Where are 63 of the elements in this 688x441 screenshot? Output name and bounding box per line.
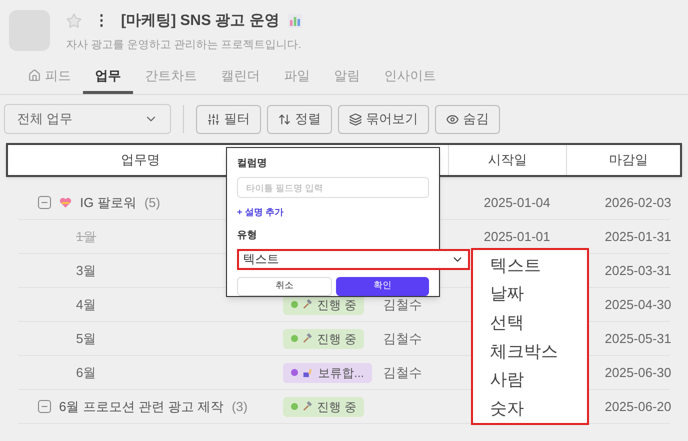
- status-label: 진행 중: [317, 330, 356, 348]
- type-option[interactable]: 사람: [490, 366, 587, 394]
- due-date: 2025-05-31: [604, 330, 672, 346]
- task-name: 6월: [76, 364, 96, 380]
- type-option[interactable]: 체크박스: [490, 337, 587, 366]
- column-header[interactable]: 마감일: [566, 145, 688, 175]
- sliders-icon: [207, 112, 220, 126]
- cancel-button[interactable]: 취소: [237, 276, 332, 296]
- tab[interactable]: 업무: [83, 60, 133, 94]
- toolbar-button[interactable]: 정렬: [267, 104, 332, 134]
- type-select[interactable]: 텍스트: [237, 248, 470, 270]
- type-option[interactable]: 선택: [490, 308, 587, 338]
- status-label: 보류합...: [318, 364, 364, 382]
- group-name: 6월 프로모션 관련 광고 제작: [59, 398, 224, 416]
- project-title: [마케팅] SNS 광고 운영: [121, 11, 280, 31]
- field-label: 유형: [237, 228, 258, 242]
- star-icon[interactable]: [66, 13, 82, 30]
- status-label: 진행 중: [317, 398, 356, 416]
- hand-icon: [302, 367, 314, 378]
- toolbar-button[interactable]: 묶어보기: [338, 104, 429, 134]
- view-select[interactable]: 전체 업무: [4, 104, 171, 134]
- hammer-icon: [302, 333, 313, 344]
- type-option[interactable]: 텍스트: [490, 251, 587, 280]
- assignee: 김철수: [383, 330, 422, 346]
- status-label: 진행 중: [317, 296, 356, 314]
- due-date: 2025-06-30: [604, 364, 672, 380]
- task-name: 1월: [76, 228, 96, 244]
- heart-icon: [59, 196, 72, 208]
- task-name: 5월: [76, 330, 96, 346]
- assignee: 김철수: [383, 296, 422, 312]
- due-date: 2025-04-30: [604, 296, 672, 312]
- type-option[interactable]: 날짜: [490, 280, 587, 308]
- due-date: 2026-02-03: [604, 194, 672, 210]
- confirm-button[interactable]: 확인: [336, 276, 429, 296]
- more-menu[interactable]: ⋮: [90, 10, 113, 32]
- sort-icon: [278, 112, 291, 126]
- field-label: 컬럼명: [237, 157, 268, 171]
- collapse-icon[interactable]: [38, 400, 51, 413]
- toolbar-button[interactable]: 숨김: [435, 104, 500, 134]
- toolbar-button[interactable]: 필터: [196, 104, 261, 134]
- start-date: 2025-01-01: [484, 228, 550, 244]
- project-description: 자사 광고를 운영하고 관리하는 프로젝트입니다.: [66, 38, 302, 52]
- add-description-link[interactable]: + 설명 추가: [237, 206, 284, 220]
- group-name: IG 팔로워: [80, 194, 136, 212]
- bar-chart-icon: [287, 13, 304, 30]
- home-icon: [28, 69, 41, 82]
- due-date: 2025-06-20: [604, 398, 672, 414]
- due-date: 2025-01-31: [604, 228, 672, 244]
- layers-icon: [349, 112, 362, 126]
- due-date: 2025-03-31: [604, 262, 672, 278]
- collapse-icon[interactable]: [38, 196, 51, 209]
- eye-icon: [446, 112, 459, 126]
- task-name: 4월: [76, 296, 96, 312]
- assignee: 김철수: [383, 364, 422, 380]
- column-name-field[interactable]: 타이틀 필드명 입력: [237, 177, 429, 198]
- task-name: 3월: [76, 262, 96, 278]
- group-count: (3): [232, 398, 248, 416]
- group-count: (5): [144, 194, 160, 212]
- column-header[interactable]: 시작일: [448, 145, 566, 175]
- start-date: 2025-01-04: [484, 194, 550, 210]
- hammer-icon: [302, 401, 313, 412]
- type-option[interactable]: 숫자: [490, 394, 587, 424]
- hammer-icon: [302, 299, 313, 310]
